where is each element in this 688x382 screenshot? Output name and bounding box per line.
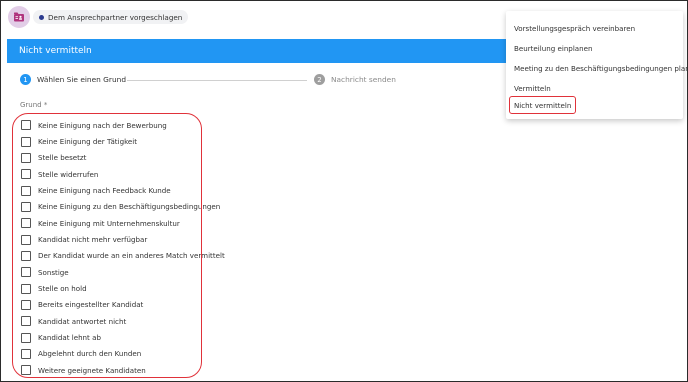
reason-option-label: Kandidat lehnt ab	[38, 333, 101, 343]
step-2[interactable]: 2 Nachricht senden	[314, 74, 396, 85]
reason-option[interactable]: Kandidat antwortet nicht	[21, 313, 221, 329]
reason-option[interactable]: Abgelehnt durch den Kunden	[21, 346, 221, 362]
reason-option-label: Keine Einigung der Tätigkeit	[38, 137, 138, 147]
reason-option[interactable]: Keine Einigung zu den Beschäftigungsbedi…	[21, 199, 221, 215]
checkbox[interactable]	[21, 299, 31, 310]
step-1[interactable]: 1 Wählen Sie einen Grund	[20, 74, 126, 85]
checkbox[interactable]	[21, 250, 31, 261]
reason-option-label: Abgelehnt durch den Kunden	[38, 349, 142, 359]
checkbox[interactable]	[21, 234, 31, 245]
reason-option-label: Stelle on hold	[38, 284, 87, 294]
checkbox[interactable]	[21, 316, 31, 327]
reason-option[interactable]: Keine Einigung der Tätigkeit	[21, 133, 221, 149]
reason-option-label: Keine Einigung zu den Beschäftigungsbedi…	[38, 202, 221, 212]
reason-option-label: Kandidat nicht mehr verfügbar	[38, 235, 148, 245]
reason-option[interactable]: Kandidat lehnt ab	[21, 329, 221, 345]
reason-field-label: Grund *	[20, 101, 48, 109]
reason-option-label: Keine Einigung mit Unternehmenskultur	[38, 218, 180, 228]
status-chip: Dem Ansprechpartner vorgeschlagen	[33, 10, 189, 24]
step-connector	[127, 80, 307, 81]
folder-person-icon[interactable]	[8, 6, 30, 28]
menu-item-plan-conditions-meeting[interactable]: Meeting zu den Beschäftigungsbedingungen…	[514, 61, 687, 75]
reason-option[interactable]: Weitere geeignete Kandidaten	[21, 362, 221, 378]
reason-option-label: Stelle besetzt	[38, 153, 87, 163]
checkbox[interactable]	[21, 283, 31, 294]
reason-option[interactable]: Sonstige	[21, 264, 221, 280]
menu-item-do-not-place[interactable]: Nicht vermitteln	[509, 96, 577, 114]
reason-option-label: Keine Einigung nach der Bewerbung	[38, 120, 167, 130]
reason-option[interactable]: Stelle on hold	[21, 280, 221, 296]
step-1-number: 1	[20, 74, 31, 85]
checkbox[interactable]	[21, 169, 31, 180]
reason-option[interactable]: Bereits eingestellter Kandidat	[21, 297, 221, 313]
reason-option[interactable]: Stelle widerrufen	[21, 166, 221, 182]
checkbox[interactable]	[21, 120, 31, 131]
step-2-number: 2	[314, 74, 325, 85]
reason-option[interactable]: Der Kandidat wurde an ein anderes Match …	[21, 248, 225, 264]
step-1-label: Wählen Sie einen Grund	[37, 75, 127, 84]
reason-option[interactable]: Stelle besetzt	[21, 150, 221, 166]
checkbox[interactable]	[21, 365, 31, 376]
checkbox[interactable]	[21, 152, 31, 163]
reason-option-label: Kandidat antwortet nicht	[38, 316, 127, 326]
checkbox[interactable]	[21, 218, 31, 229]
reason-option-label: Sonstige	[38, 267, 69, 277]
reason-option-label: Weitere geeignete Kandidaten	[38, 365, 146, 375]
menu-item-place[interactable]: Vermitteln	[514, 81, 551, 95]
app-window: Dem Ansprechpartner vorgeschlagen Nicht …	[0, 0, 688, 382]
panel-title: Nicht vermitteln	[19, 46, 92, 56]
checkbox[interactable]	[21, 185, 31, 196]
menu-item-schedule-interview[interactable]: Vorstellungsgespräch vereinbaren	[514, 21, 635, 35]
actions-dropdown-menu: Vorstellungsgespräch vereinbaren Beurtei…	[506, 11, 687, 119]
reason-checkbox-list: Keine Einigung nach der Bewerbung Keine …	[21, 117, 225, 379]
reason-option[interactable]: Keine Einigung nach der Bewerbung	[21, 117, 221, 133]
reason-option-label: Bereits eingestellter Kandidat	[38, 300, 144, 310]
status-chip-label: Dem Ansprechpartner vorgeschlagen	[48, 12, 183, 22]
reason-option[interactable]: Kandidat nicht mehr verfügbar	[21, 231, 221, 247]
reason-option-label: Stelle widerrufen	[38, 169, 99, 179]
menu-item-schedule-assessment[interactable]: Beurteilung einplanen	[514, 41, 593, 55]
status-dot-icon	[39, 14, 44, 20]
checkbox[interactable]	[21, 201, 31, 212]
checkbox[interactable]	[21, 348, 31, 359]
step-2-label: Nachricht senden	[331, 75, 396, 84]
reason-option[interactable]: Keine Einigung mit Unternehmenskultur	[21, 215, 221, 231]
reason-option[interactable]: Keine Einigung nach Feedback Kunde	[21, 182, 221, 198]
reason-option-label: Keine Einigung nach Feedback Kunde	[38, 186, 171, 196]
checkbox[interactable]	[21, 332, 31, 343]
checkbox[interactable]	[21, 267, 31, 278]
reason-option-label: Der Kandidat wurde an ein anderes Match …	[38, 251, 225, 261]
checkbox[interactable]	[21, 136, 31, 147]
